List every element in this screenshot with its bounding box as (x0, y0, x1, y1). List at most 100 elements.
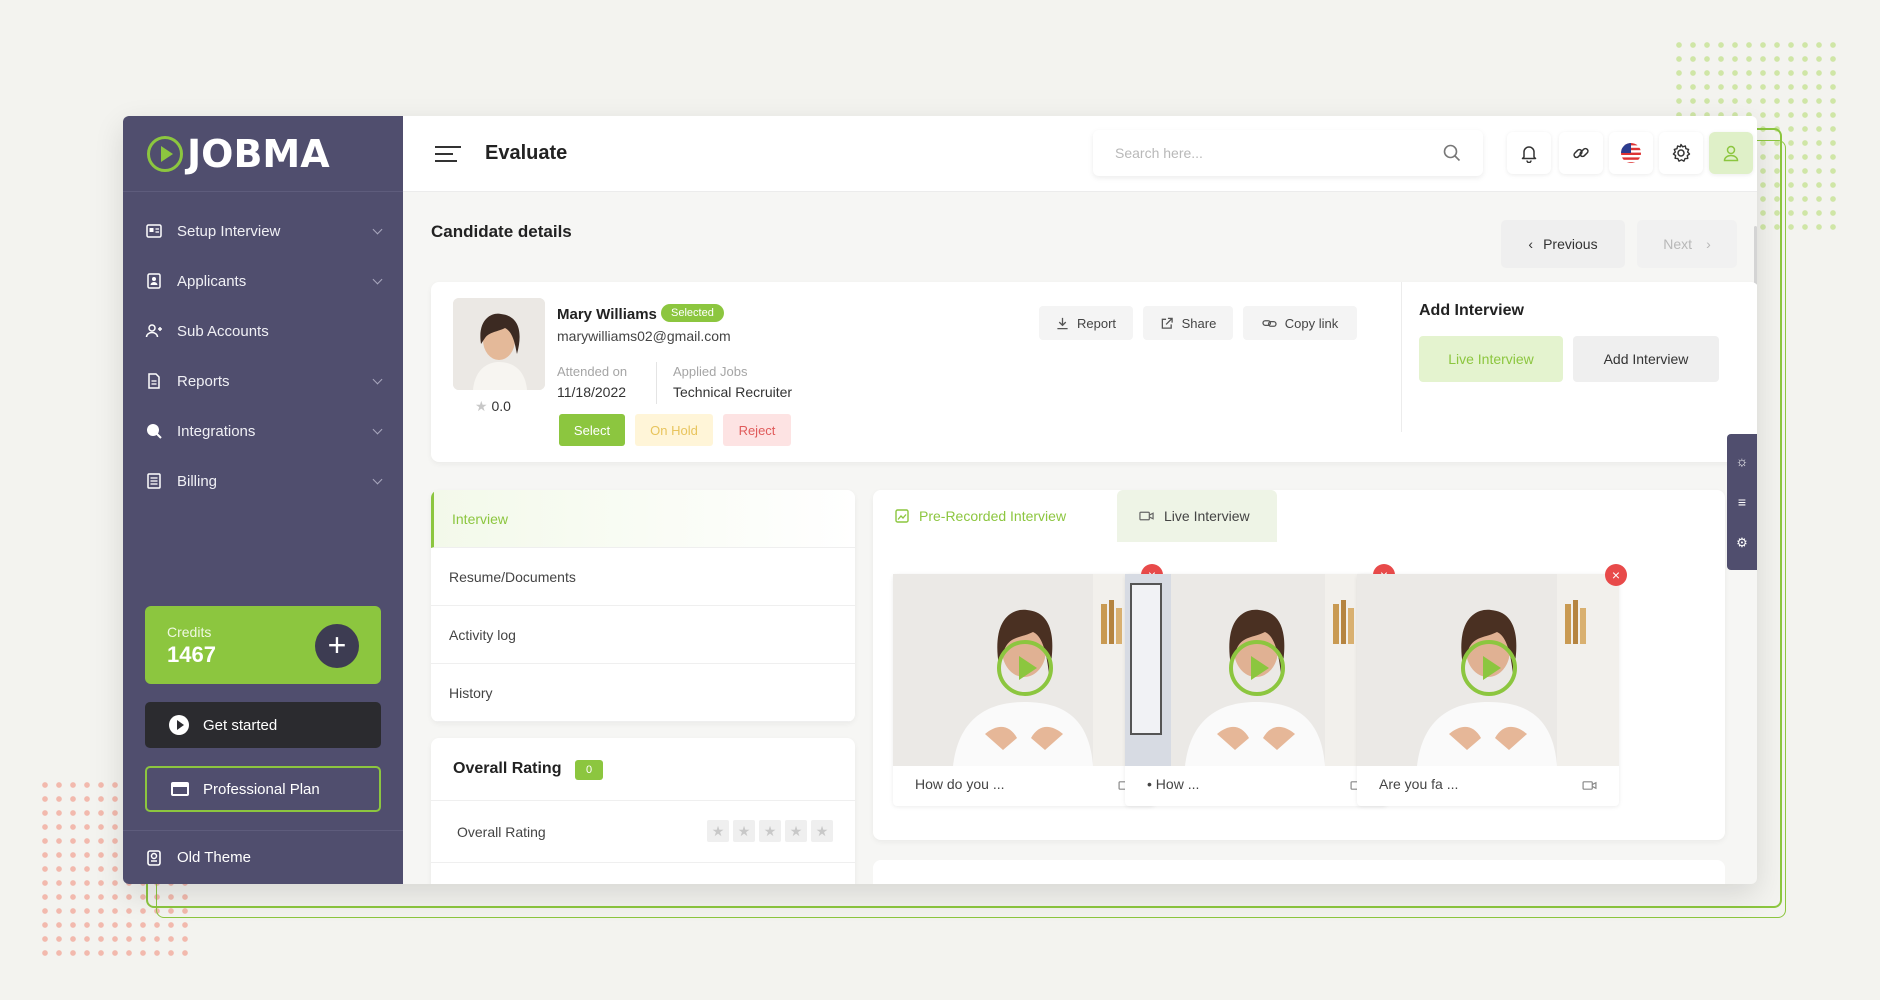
reject-button[interactable]: Reject (723, 414, 791, 446)
menu-item-activity-log[interactable]: Activity log (431, 606, 855, 664)
gear-icon (1672, 143, 1691, 162)
interview-video-panel: Pre-Recorded Interview Live Interview Ho… (873, 490, 1725, 840)
sidebar-item-reports[interactable]: Reports (123, 356, 403, 406)
sidebar-nav: Setup Interview Applicants Sub Accounts Rep… (123, 192, 403, 506)
sidebar-item-label: Reports (177, 372, 230, 390)
tab-pre-recorded-label: Pre-Recorded Interview (919, 508, 1067, 524)
share-label: Share (1181, 315, 1217, 331)
candidate-email: marywilliams02@gmail.com (557, 328, 731, 344)
chevron-down-icon (372, 424, 383, 434)
video-card[interactable]: How do you ...× (893, 564, 1163, 806)
candidate-photo (453, 298, 545, 390)
billing-icon (147, 473, 161, 489)
sidebar-item-label: Sub Accounts (177, 322, 269, 340)
menu-toggle-icon[interactable] (435, 141, 461, 167)
attended-value: 11/18/2022 (557, 384, 627, 400)
sidebar-item-billing[interactable]: Billing (123, 456, 403, 506)
sidebar-item-integrations[interactable]: Integrations (123, 406, 403, 456)
add-credits-button[interactable]: + (315, 624, 359, 668)
notifications-button[interactable] (1507, 132, 1551, 174)
play-icon[interactable] (1229, 640, 1285, 696)
next-button[interactable]: Next › (1637, 220, 1737, 268)
star-rating[interactable]: ★ ★ ★ ★ ★ (707, 820, 833, 842)
divider (431, 862, 855, 863)
sun-icon[interactable]: ☼ (1736, 453, 1749, 469)
detail-menu: Interview Resume/Documents Activity log His… (431, 490, 855, 722)
topbar: Evaluate (403, 116, 1757, 192)
logo-text: JOBMA (187, 131, 330, 176)
video-thumbnail[interactable] (1357, 574, 1619, 766)
on-hold-button[interactable]: On Hold (635, 414, 713, 446)
tab-live-interview[interactable]: Live Interview (1117, 490, 1277, 542)
play-icon[interactable] (1461, 640, 1517, 696)
sidebar-item-label: Applicants (177, 272, 247, 290)
credits-card: Credits 1467 + (145, 606, 381, 684)
video-card[interactable]: • How ...× (1125, 564, 1395, 806)
remove-video-button[interactable]: × (1605, 564, 1627, 586)
share-icon (1161, 317, 1173, 329)
star-icon[interactable]: ★ (811, 820, 833, 842)
video-caption: • How ... (1147, 776, 1200, 792)
video-camera-icon (1582, 781, 1597, 790)
menu-item-history[interactable]: History (431, 664, 855, 722)
main-area: Evaluate Candidate details (403, 116, 1757, 884)
video-thumbnail[interactable] (893, 574, 1155, 766)
video-image-icon (895, 509, 909, 523)
profile-button[interactable] (1709, 132, 1753, 174)
setup-icon (146, 224, 162, 238)
search-box (1093, 130, 1483, 176)
sub-accounts-icon (145, 324, 162, 338)
candidate-name: Mary Williams (557, 306, 657, 323)
sidebar-item-setup-interview[interactable]: Setup Interview (123, 206, 403, 256)
candidate-rating: ★ 0.0 (475, 398, 511, 415)
theme-switch-icon (147, 849, 161, 866)
bell-icon (1521, 146, 1537, 163)
chevron-down-icon (372, 474, 383, 484)
search-input[interactable] (1115, 145, 1443, 161)
chevron-down-icon (372, 374, 383, 384)
chevron-down-icon (372, 224, 383, 234)
bug-icon[interactable]: ⚙ (1736, 535, 1748, 551)
reports-icon (148, 373, 160, 389)
links-button[interactable] (1559, 132, 1603, 174)
attended-label: Attended on (557, 364, 628, 379)
chevron-left-icon: ‹ (1528, 236, 1534, 252)
add-interview-button[interactable]: Add Interview (1573, 336, 1719, 382)
star-icon[interactable]: ★ (759, 820, 781, 842)
sidebar-item-sub-accounts[interactable]: Sub Accounts (123, 306, 403, 356)
logo-play-icon (147, 135, 183, 172)
list-icon[interactable]: ≡ (1738, 494, 1746, 510)
sidebar-item-applicants[interactable]: Applicants (123, 256, 403, 306)
next-label: Next (1663, 236, 1693, 252)
tab-live-interview-label: Live Interview (1164, 508, 1250, 524)
section-title: Candidate details (431, 222, 572, 241)
settings-button[interactable] (1659, 132, 1703, 174)
professional-plan-button[interactable]: Professional Plan (145, 766, 381, 812)
star-icon[interactable]: ★ (785, 820, 807, 842)
star-icon: ★ (475, 398, 488, 414)
search-icon[interactable] (1443, 144, 1461, 162)
star-icon[interactable]: ★ (733, 820, 755, 842)
previous-label: Previous (1543, 236, 1598, 252)
star-icon[interactable]: ★ (707, 820, 729, 842)
copy-link-button[interactable]: Copy link (1243, 306, 1357, 340)
old-theme-link[interactable]: Old Theme (123, 830, 403, 884)
report-button[interactable]: Report (1039, 306, 1133, 340)
previous-button[interactable]: ‹ Previous (1501, 220, 1625, 268)
menu-item-resume-documents[interactable]: Resume/Documents (431, 548, 855, 606)
tab-pre-recorded[interactable]: Pre-Recorded Interview (873, 490, 1107, 542)
menu-item-interview[interactable]: Interview (431, 490, 855, 548)
play-icon[interactable] (997, 640, 1053, 696)
plan-label: Professional Plan (203, 780, 320, 798)
video-thumbnail[interactable] (1125, 574, 1387, 766)
applicants-icon (147, 273, 161, 289)
play-icon (169, 715, 189, 735)
logo[interactable]: JOBMA (123, 116, 403, 192)
get-started-button[interactable]: Get started (145, 702, 381, 748)
camera-icon (1139, 511, 1154, 521)
video-card[interactable]: Are you fa ... × (1357, 564, 1627, 806)
language-button[interactable] (1609, 132, 1653, 174)
share-button[interactable]: Share (1143, 306, 1233, 340)
live-interview-button[interactable]: Live Interview (1419, 336, 1563, 382)
select-button[interactable]: Select (559, 414, 625, 446)
